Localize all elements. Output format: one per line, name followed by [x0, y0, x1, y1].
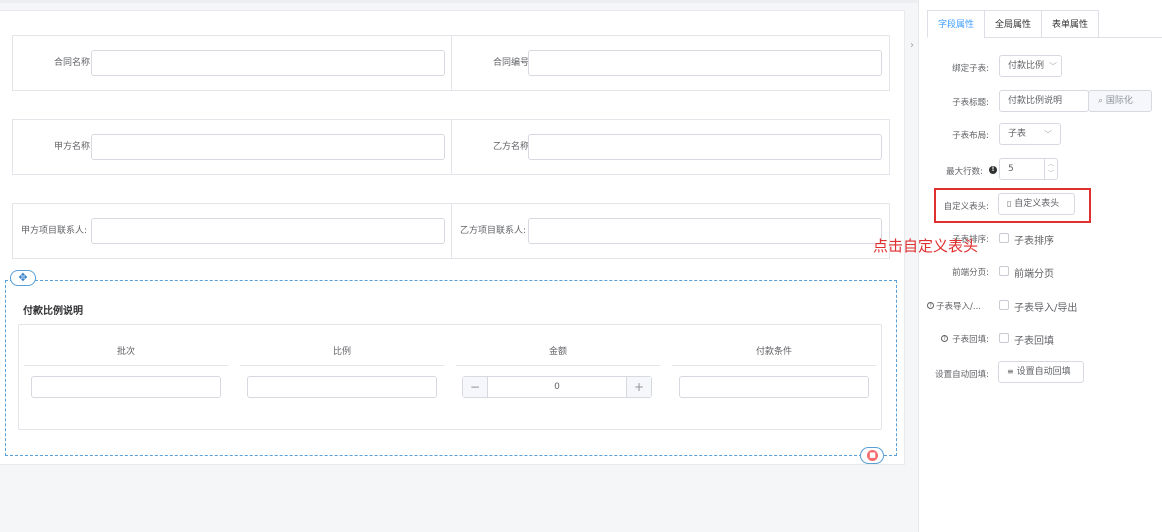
bind-subtable-label: 绑定子表: [952, 64, 989, 74]
help-icon[interactable]: ? [927, 302, 934, 309]
top-divider [0, 0, 918, 3]
chevron-down-icon: ﹀ [1049, 62, 1057, 71]
max-rows-value[interactable]: 5 [1008, 164, 1014, 174]
party-a-contact-label: 甲方项目联系人: [20, 226, 87, 236]
import-export-text[interactable]: 子表导入/导出 [1014, 299, 1077, 314]
party-b-name-label: 乙方名称: [492, 142, 532, 152]
amount-stepper[interactable]: − 0 + [462, 376, 652, 398]
contract-number-input[interactable] [528, 50, 882, 76]
column-header-payment-terms: 付款条件 [672, 346, 876, 366]
chevron-up-icon[interactable]: ︿ [1048, 159, 1054, 168]
column-header-ratio: 比例 [240, 346, 444, 366]
backfill-checkbox[interactable] [999, 333, 1009, 343]
party-b-name-input[interactable] [528, 134, 882, 160]
amount-value[interactable]: 0 [488, 377, 626, 397]
frontend-paging-label: 前端分页: [952, 268, 989, 278]
party-a-name-label: 甲方名称: [53, 142, 93, 152]
column-header-batch: 批次 [24, 346, 228, 366]
bind-subtable-value: 付款比例 [1008, 61, 1045, 71]
party-b-contact-input[interactable] [528, 218, 882, 244]
import-export-checkbox[interactable] [999, 300, 1009, 310]
subtable-sort-checkbox[interactable] [999, 233, 1009, 243]
list-icon: ≡ [1007, 367, 1014, 376]
delete-button[interactable]: ■ [860, 447, 884, 464]
frontend-paging-checkbox[interactable] [999, 266, 1009, 276]
chevron-right-icon[interactable]: › [907, 36, 917, 56]
subtable-title-label: 子表标题: [952, 98, 989, 108]
decrement-button[interactable]: − [463, 377, 488, 397]
subtable-title-value: 付款比例说明 [1008, 96, 1063, 106]
trash-icon: ■ [867, 450, 878, 461]
backfill-label: 子表回填: [952, 335, 989, 345]
form-row: 甲方项目联系人: 乙方项目联系人: [12, 203, 890, 259]
import-export-label: 子表导入/... [936, 302, 981, 312]
frontend-paging-text[interactable]: 前端分页 [1014, 265, 1054, 280]
subtable-sort-text[interactable]: 子表排序 [1014, 232, 1054, 247]
contract-number-label: 合同编号: [492, 58, 532, 68]
chevron-down-icon[interactable]: ﹀ [1048, 168, 1054, 177]
auto-backfill-button-label: 设置自动回填 [1016, 367, 1071, 377]
i18n-button-label: 国际化 [1105, 96, 1133, 106]
party-a-contact-input[interactable] [91, 218, 445, 244]
search-icon: ⌕ [1098, 96, 1104, 106]
increment-button[interactable]: + [626, 377, 651, 397]
annotation-text: 点击自定义表头 [873, 237, 979, 255]
property-panel: 字段属性 全局属性 表单属性 绑定子表: 付款比例 ﹀ 子表标题: 付款比例说明… [918, 0, 1162, 532]
party-b-contact-label: 乙方项目联系人: [459, 226, 526, 236]
chevron-down-icon: ﹀ [1044, 130, 1052, 139]
drag-handle-icon[interactable]: ✥ [10, 270, 36, 286]
subtable-layout-value: 子表 [1008, 129, 1027, 139]
form-row: 合同名称: 合同编号: [12, 35, 890, 91]
batch-input[interactable] [31, 376, 221, 398]
form-cell: 甲方项目联系人: [13, 204, 452, 258]
stepper-controls[interactable]: ︿ ﹀ [1044, 159, 1057, 179]
subtable-layout-label: 子表布局: [952, 131, 989, 141]
form-cell: 合同名称: [13, 36, 452, 90]
payment-terms-input[interactable] [679, 376, 869, 398]
contract-name-input[interactable] [91, 50, 445, 76]
auto-backfill-label: 设置自动回填: [935, 370, 989, 380]
i18n-button[interactable]: ⌕ 国际化 [1088, 90, 1152, 112]
max-rows-label: 最大行数: [946, 167, 983, 177]
auto-backfill-button[interactable]: ≡ 设置自动回填 [998, 361, 1084, 383]
subtable-title-input[interactable]: 付款比例说明 [999, 90, 1089, 112]
column-header-amount: 金额 [456, 346, 660, 366]
subtable-title: 付款比例说明 [23, 306, 83, 317]
contract-name-label: 合同名称: [53, 58, 93, 68]
form-cell: 合同编号: [451, 36, 890, 90]
tab-global-properties[interactable]: 全局属性 [984, 10, 1042, 38]
party-a-name-input[interactable] [91, 134, 445, 160]
form-cell: 乙方名称: [451, 120, 890, 174]
form-cell: 乙方项目联系人: [451, 204, 890, 258]
annotation-highlight-box [934, 188, 1091, 223]
form-row: 甲方名称: 乙方名称: [12, 119, 890, 175]
tab-field-properties[interactable]: 字段属性 [927, 10, 985, 38]
ratio-input[interactable] [247, 376, 437, 398]
info-icon: ! [989, 166, 997, 174]
form-cell: 甲方名称: [13, 120, 452, 174]
backfill-text[interactable]: 子表回填 [1014, 332, 1054, 347]
tab-form-properties[interactable]: 表单属性 [1041, 10, 1099, 38]
